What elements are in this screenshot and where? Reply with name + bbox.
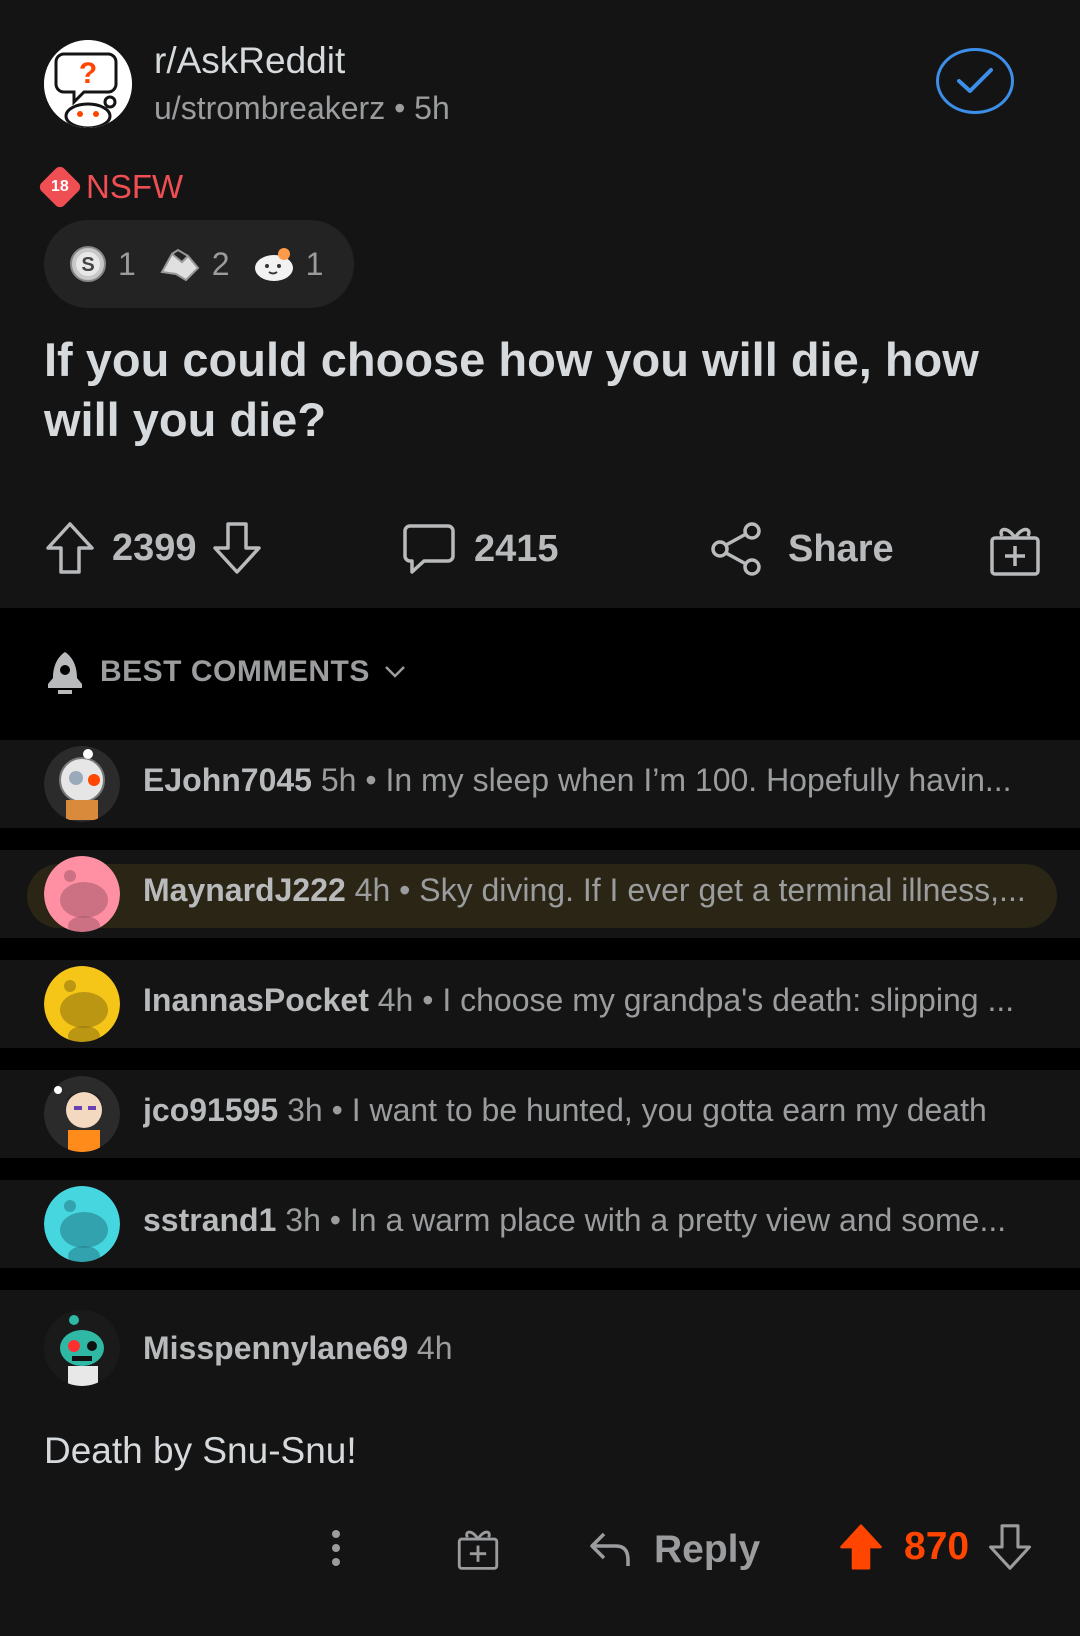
meta-separator: •	[394, 90, 415, 126]
collapsed-comment[interactable]: sstrand1 3h • In a warm place with a pre…	[0, 1180, 1080, 1268]
comment-username[interactable]: MaynardJ222	[143, 872, 346, 908]
comment-score: 870	[904, 1525, 970, 1568]
comment-username[interactable]: jco91595	[143, 1092, 278, 1128]
reply-label: Reply	[654, 1528, 761, 1571]
avatar[interactable]	[44, 856, 120, 932]
downvote-icon[interactable]	[987, 1522, 1033, 1572]
svg-text:?: ?	[79, 57, 97, 90]
comment-vote-group: 870	[838, 1522, 1033, 1572]
comment-preview: sstrand1 3h • In a warm place with a pre…	[143, 1202, 1043, 1239]
comment-meta: Misspennylane69 4h	[143, 1330, 452, 1367]
meta-separator: •	[331, 1092, 352, 1128]
nsfw-tag: 18 NSFW	[37, 164, 184, 210]
comment-preview: MaynardJ222 4h • Sky diving. If I ever g…	[143, 872, 1043, 909]
gift-award-icon	[457, 1530, 499, 1570]
comment-age: 4h	[416, 1330, 453, 1366]
comment-bubble-icon	[403, 524, 455, 574]
more-vertical-icon	[332, 1530, 340, 1566]
more-options-button[interactable]	[330, 1528, 342, 1568]
comment-snippet: I choose my grandpa's death: slipping ..…	[442, 982, 1015, 1018]
share-label: Share	[788, 527, 894, 570]
comment-snippet: In a warm place with a pretty view and s…	[349, 1202, 1007, 1238]
vote-group: 2399	[44, 520, 263, 576]
meta-separator: •	[399, 872, 420, 908]
comment-sort[interactable]: BEST COMMENTS	[44, 650, 406, 694]
comment-snippet: In my sleep when I’m 100. Hopefully havi…	[385, 762, 1012, 798]
award-count: 2	[211, 245, 230, 282]
nsfw-18-icon: 18	[37, 164, 83, 210]
comment-snippet: I want to be hunted, you gotta earn my d…	[351, 1092, 987, 1128]
upvote-count: 2399	[112, 526, 197, 569]
checkmark-icon	[957, 68, 993, 93]
app-screen: ? r/AskReddit u/strombreakerz • 5h 18 NS…	[0, 0, 1080, 1636]
meta-separator: •	[365, 762, 386, 798]
expanded-comment[interactable]: Misspennylane69 4h Death by Snu-Snu! Rep…	[0, 1290, 1080, 1636]
avatar[interactable]	[44, 966, 120, 1042]
comment-count: 2415	[474, 527, 559, 570]
svg-text:S: S	[81, 254, 94, 276]
post-title[interactable]: If you could choose how you will die, ho…	[44, 330, 1034, 450]
subreddit-avatar[interactable]: ?	[44, 40, 132, 128]
award-count: 1	[305, 245, 324, 282]
award-button[interactable]	[988, 520, 1042, 578]
award-handshake: 2	[158, 244, 230, 284]
subreddit-name[interactable]: r/AskReddit	[154, 40, 345, 82]
comment-age: 3h	[285, 1202, 321, 1238]
handshake-award-icon	[160, 248, 200, 282]
comment-body: Death by Snu-Snu!	[44, 1430, 357, 1471]
comments-button[interactable]: 2415	[402, 522, 559, 576]
collapsed-comment[interactable]: InannasPocket 4h • I choose my grandpa's…	[0, 960, 1080, 1048]
comment-preview: jco91595 3h • I want to be hunted, you g…	[143, 1092, 1043, 1129]
post-author[interactable]: u/strombreakerz	[154, 90, 385, 126]
meta-separator: •	[422, 982, 443, 1018]
downvote-icon[interactable]	[211, 520, 263, 576]
reply-button[interactable]: Reply	[588, 1528, 760, 1572]
comment-username[interactable]: Misspennylane69	[143, 1330, 408, 1366]
meta-separator: •	[329, 1202, 350, 1238]
gift-award-icon	[990, 527, 1040, 576]
chevron-down-icon	[384, 666, 405, 678]
wholesome-seal-award-icon	[254, 248, 293, 281]
comment-username[interactable]: sstrand1	[143, 1202, 276, 1238]
award-silver: S 1	[68, 244, 136, 284]
comment-preview: InannasPocket 4h • I choose my grandpa's…	[143, 982, 1043, 1019]
comment-snippet: Sky diving. If I ever get a terminal ill…	[419, 872, 1026, 908]
post-action-bar: 2399 2415 Share	[0, 520, 1080, 590]
collapsed-comment[interactable]: jco91595 3h • I want to be hunted, you g…	[0, 1070, 1080, 1158]
rocket-icon	[48, 652, 82, 694]
silver-award-icon: S	[70, 246, 106, 282]
avatar[interactable]	[44, 746, 120, 822]
award-wholesome: 1	[252, 244, 324, 284]
comment-username[interactable]: InannasPocket	[143, 982, 369, 1018]
comment-preview: EJohn7045 5h • In my sleep when I’m 100.…	[143, 762, 1043, 799]
sort-label: BEST COMMENTS	[100, 655, 370, 688]
nsfw-label: NSFW	[86, 168, 184, 205]
collapsed-comment[interactable]: EJohn7045 5h • In my sleep when I’m 100.…	[0, 740, 1080, 828]
comment-action-bar: Reply 870	[0, 1520, 1080, 1600]
post-card[interactable]: ? r/AskReddit u/strombreakerz • 5h 18 NS…	[0, 0, 1080, 608]
awards-bar[interactable]: S 1 2 1	[44, 220, 354, 308]
collapsed-comment[interactable]: MaynardJ222 4h • Sky diving. If I ever g…	[0, 850, 1080, 938]
avatar[interactable]	[44, 1076, 120, 1152]
award-count: 1	[118, 245, 136, 282]
post-age: 5h	[414, 90, 450, 126]
post-meta: u/strombreakerz • 5h	[154, 90, 450, 127]
share-button[interactable]: Share	[710, 522, 894, 576]
joined-button[interactable]	[936, 48, 1014, 114]
comment-age: 4h	[377, 982, 414, 1018]
comment-age: 3h	[287, 1092, 323, 1128]
comment-age: 5h	[320, 762, 357, 798]
comment-age: 4h	[354, 872, 391, 908]
comment-award-button[interactable]	[456, 1524, 500, 1572]
reply-arrow-icon	[590, 1532, 630, 1566]
avatar[interactable]	[44, 1310, 120, 1386]
comment-username[interactable]: EJohn7045	[143, 762, 312, 798]
avatar[interactable]	[44, 1186, 120, 1262]
upvote-icon[interactable]	[44, 520, 96, 576]
upvote-active-icon[interactable]	[838, 1522, 884, 1572]
share-icon	[711, 522, 761, 576]
